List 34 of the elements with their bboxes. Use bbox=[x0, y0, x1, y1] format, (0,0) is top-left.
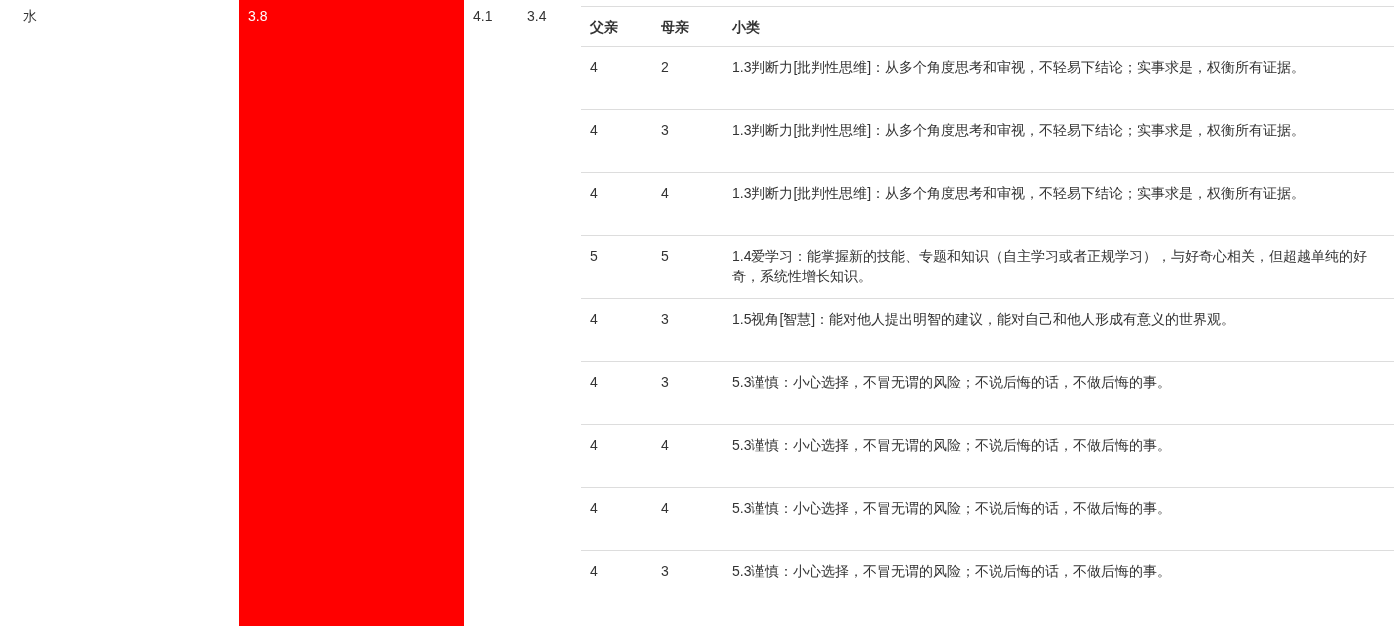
table-cell: 5.3谨慎：小心选择，不冒无谓的风险；不说后悔的话，不做后悔的事。 bbox=[732, 374, 1172, 390]
table-cell: 4 bbox=[590, 563, 598, 579]
table-cell: 4 bbox=[590, 122, 598, 138]
score-value: 3.8 bbox=[248, 8, 268, 24]
table-cell: 4 bbox=[590, 374, 598, 390]
column-header: 母亲 bbox=[661, 18, 689, 35]
table-cell: 3 bbox=[661, 563, 669, 579]
table-cell: 5 bbox=[590, 248, 598, 264]
table-cell: 3 bbox=[661, 374, 669, 390]
table-cell: 3 bbox=[661, 122, 669, 138]
score-value: 4.1 bbox=[473, 8, 493, 24]
table-cell: 1.3判断力[批判性思维]：从多个角度思考和审视，不轻易下结论；实事求是，权衡所有证据。 bbox=[732, 185, 1306, 201]
table-cell: 5.3谨慎：小心选择，不冒无谓的风险；不说后悔的话，不做后悔的事。 bbox=[732, 563, 1172, 579]
table-cell: 4 bbox=[590, 311, 598, 327]
table-cell: 5.3谨慎：小心选择，不冒无谓的风险；不说后悔的话，不做后悔的事。 bbox=[732, 500, 1172, 516]
score-value: 3.4 bbox=[527, 8, 547, 24]
row-label: 水 bbox=[23, 8, 37, 24]
table-cell: 5 bbox=[661, 248, 669, 264]
table-cell: 1.4爱学习：能掌握新的技能、专题和知识（自主学习或者正规学习），与好奇心相关，但超越单纯的好奇，系统性增长知识。 bbox=[732, 248, 1368, 284]
table-cell: 4 bbox=[590, 437, 598, 453]
table-cell: 5.3谨慎：小心选择，不冒无谓的风险；不说后悔的话，不做后悔的事。 bbox=[732, 437, 1172, 453]
table-cell: 1.5视角[智慧]：能对他人提出明智的建议，能对自己和他人形成有意义的世界观。 bbox=[732, 311, 1236, 327]
table-cell: 4 bbox=[590, 59, 598, 75]
table-cell: 2 bbox=[661, 59, 669, 75]
table-cell: 4 bbox=[590, 500, 598, 516]
column-header: 小类 bbox=[732, 18, 760, 35]
column-header: 父亲 bbox=[590, 18, 618, 35]
table-cell: 1.3判断力[批判性思维]：从多个角度思考和审视，不轻易下结论；实事求是，权衡所有证据。 bbox=[732, 59, 1306, 75]
table-cell: 1.3判断力[批判性思维]：从多个角度思考和审视，不轻易下结论；实事求是，权衡所有证据。 bbox=[732, 122, 1306, 138]
table-cell: 4 bbox=[590, 185, 598, 201]
table-cell: 4 bbox=[661, 500, 669, 516]
table-cell: 3 bbox=[661, 311, 669, 327]
table-cell: 4 bbox=[661, 185, 669, 201]
table-cell: 4 bbox=[661, 437, 669, 453]
